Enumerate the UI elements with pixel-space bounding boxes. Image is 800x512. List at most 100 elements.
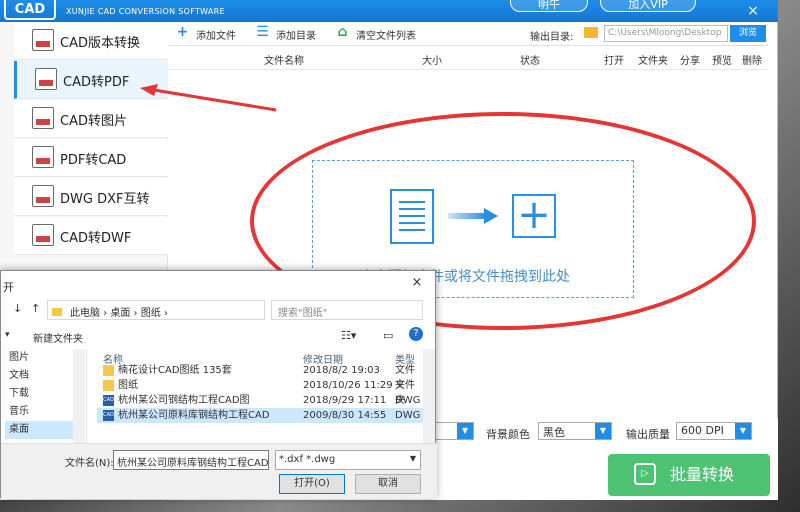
window-close-button[interactable]: ×: [738, 2, 768, 20]
sidebar-item-label: CAD转图片: [60, 114, 127, 129]
add-directory-button[interactable]: 添加目录: [276, 27, 316, 42]
output-dir-label: 输出目录:: [530, 32, 574, 43]
preview-pane-icon[interactable]: ▭: [383, 329, 393, 342]
add-file-icon: +: [176, 24, 189, 40]
address-bar: ↓ ↑ 此电脑 › 桌面 › 图纸 › 搜索"图纸": [1, 299, 437, 321]
file-date: 2018/9/29 17:11: [303, 395, 387, 406]
file-name: 楠花设计CAD图纸 135套: [118, 365, 232, 376]
batch-convert-label: 批量转换: [670, 465, 735, 484]
folder-icon: [52, 308, 62, 316]
file-date: 2009/8/30 14:55: [303, 410, 387, 421]
list-item[interactable]: 图纸 2018/10/26 11:29 文件夹: [97, 378, 423, 406]
list-item[interactable]: 楠花设计CAD图纸 135套 2018/8/2 19:03 文件夹: [97, 363, 423, 391]
file-name: 图纸: [118, 380, 138, 391]
dialog-close-button[interactable]: ×: [407, 275, 427, 293]
cad-dwf-icon: [32, 224, 54, 246]
sidebar-item-pdf-to-cad[interactable]: PDF转CAD: [14, 139, 168, 177]
file-type: DWG: [395, 410, 421, 421]
vip-button[interactable]: 加入VIP: [600, 0, 696, 12]
list-item[interactable]: CAD 杭州某公司钢结构工程CAD图 2018/9/29 17:11 DWG: [97, 393, 423, 408]
chevron-down-icon: ▼: [595, 423, 611, 439]
pdf-cad-icon: [32, 146, 54, 168]
nav-scrollbar[interactable]: [73, 349, 85, 443]
folder-icon: [103, 380, 114, 391]
file-type: DWG: [395, 395, 421, 406]
nav-item-music[interactable]: 音乐: [5, 403, 77, 421]
help-icon[interactable]: ?: [409, 327, 423, 341]
dialog-footer: 文件名(N): 杭州某公司原料库钢结构工程CAD *.dxf *.dwg ▼ 打…: [1, 443, 437, 499]
file-name: 杭州某公司钢结构工程CAD图: [118, 395, 250, 406]
nav-item-documents[interactable]: 文档: [5, 367, 77, 385]
filename-label: 文件名(N):: [65, 458, 114, 469]
cad-version-icon: [32, 29, 54, 51]
filename-field[interactable]: 杭州某公司原料库钢结构工程CAD: [113, 450, 269, 470]
col-status: 状态: [520, 56, 540, 67]
cad-file-icon: CAD: [103, 410, 114, 421]
bg-color-label: 背景颜色: [486, 428, 530, 441]
app-subtitle: XUNJIE CAD CONVERSION SOFTWARE: [66, 7, 225, 16]
folder-icon: [103, 365, 114, 376]
folder-icon: [584, 27, 598, 38]
col-name: 文件名称: [264, 56, 304, 67]
open-file-dialog: 开 × ↓ ↑ 此电脑 › 桌面 › 图纸 › 搜索"图纸" ▾ 新建文件夹 ☷…: [0, 270, 437, 499]
nav-item-desktop[interactable]: 桌面: [5, 421, 77, 439]
file-list-header: 文件名称 大小 状态 打开 文件夹 分享 预览 删除: [168, 46, 768, 70]
open-button[interactable]: 打开(O): [279, 474, 345, 494]
quality-select[interactable]: 600 DPI ▼: [676, 422, 752, 440]
sidebar-item-cad-version[interactable]: CAD版本转换: [14, 22, 168, 60]
dialog-toolbar: ▾ 新建文件夹 ☷▾ ▭ ?: [1, 325, 437, 349]
new-folder-button[interactable]: 新建文件夹: [33, 330, 83, 345]
batch-convert-button[interactable]: ▷ 批量转换: [608, 454, 770, 496]
dialog-title: 开: [3, 281, 14, 294]
clear-list-button[interactable]: 清空文件列表: [356, 27, 416, 42]
play-icon: ▷: [634, 463, 656, 485]
file-date: 2018/10/26 11:29: [303, 380, 393, 391]
col-delete: 删除: [742, 56, 762, 67]
bg-color-select[interactable]: 黑色 ▼: [538, 422, 612, 440]
view-options-icon[interactable]: ☷▾: [341, 329, 356, 342]
sidebar-item-label: CAD转DWF: [60, 231, 132, 246]
sidebar-item-dwg-dxf[interactable]: DWG DXF互转: [14, 178, 168, 216]
quality-label: 输出质量: [626, 428, 670, 441]
add-directory-icon: ☰: [256, 24, 269, 40]
dwg-dxf-icon: [32, 185, 54, 207]
chevron-down-icon[interactable]: ▾: [5, 330, 10, 340]
breadcrumb-path: 此电脑 › 桌面 › 图纸 ›: [70, 308, 168, 319]
sidebar-item-label: PDF转CAD: [60, 153, 127, 168]
list-item-selected[interactable]: CAD 杭州某公司原料库钢结构工程CAD 2009/8/30 14:55 DWG: [97, 408, 423, 423]
back-arrow-icon[interactable]: ↓: [13, 302, 22, 315]
filetype-select[interactable]: *.dxf *.dwg ▼: [275, 450, 421, 470]
account-button[interactable]: 明午: [510, 0, 588, 12]
browse-button[interactable]: 浏览: [730, 25, 766, 42]
file-date: 2018/8/2 19:03: [303, 365, 380, 376]
filetype-value: *.dxf *.dwg: [279, 454, 336, 465]
col-share: 分享: [680, 56, 700, 67]
title-bar: CAD XUNJIE CAD CONVERSION SOFTWARE 明午 加入…: [0, 0, 778, 22]
cad-image-icon: [32, 107, 54, 129]
bg-color-value: 黑色: [543, 426, 565, 439]
app-logo: CAD: [4, 0, 56, 20]
sidebar-item-cad-to-dwf[interactable]: CAD转DWF: [14, 217, 168, 255]
search-input[interactable]: 搜索"图纸": [271, 300, 423, 320]
col-folder: 文件夹: [638, 56, 668, 67]
cancel-button[interactable]: 取消: [355, 474, 421, 494]
sidebar-item-label: CAD转PDF: [63, 75, 130, 90]
up-arrow-icon[interactable]: ↑: [31, 302, 40, 315]
sidebar-item-label: CAD版本转换: [60, 36, 140, 51]
col-open: 打开: [604, 56, 624, 67]
breadcrumb[interactable]: 此电脑 › 桌面 › 图纸 ›: [47, 300, 265, 320]
quality-value: 600 DPI: [681, 424, 724, 437]
add-file-button[interactable]: 添加文件: [196, 27, 236, 42]
chevron-down-icon: ▼: [409, 454, 416, 463]
cad-pdf-icon: [35, 68, 57, 90]
chevron-down-icon: ▼: [735, 423, 751, 439]
file-list-scrollbar[interactable]: [423, 349, 435, 443]
cad-file-icon: CAD: [103, 395, 114, 406]
output-path-field[interactable]: C:\Users\Mloong\Desktop: [604, 25, 728, 42]
nav-item-downloads[interactable]: 下载: [5, 385, 77, 403]
toolbar: + 添加文件 ☰ 添加目录 ⌂ 清空文件列表 输出目录: C:\Users\Ml…: [168, 22, 768, 46]
red-annotation-arrow: [140, 84, 277, 112]
col-preview: 预览: [712, 56, 732, 67]
nav-item-pictures[interactable]: 图片: [5, 349, 77, 367]
file-name: 杭州某公司原料库钢结构工程CAD: [118, 410, 270, 421]
